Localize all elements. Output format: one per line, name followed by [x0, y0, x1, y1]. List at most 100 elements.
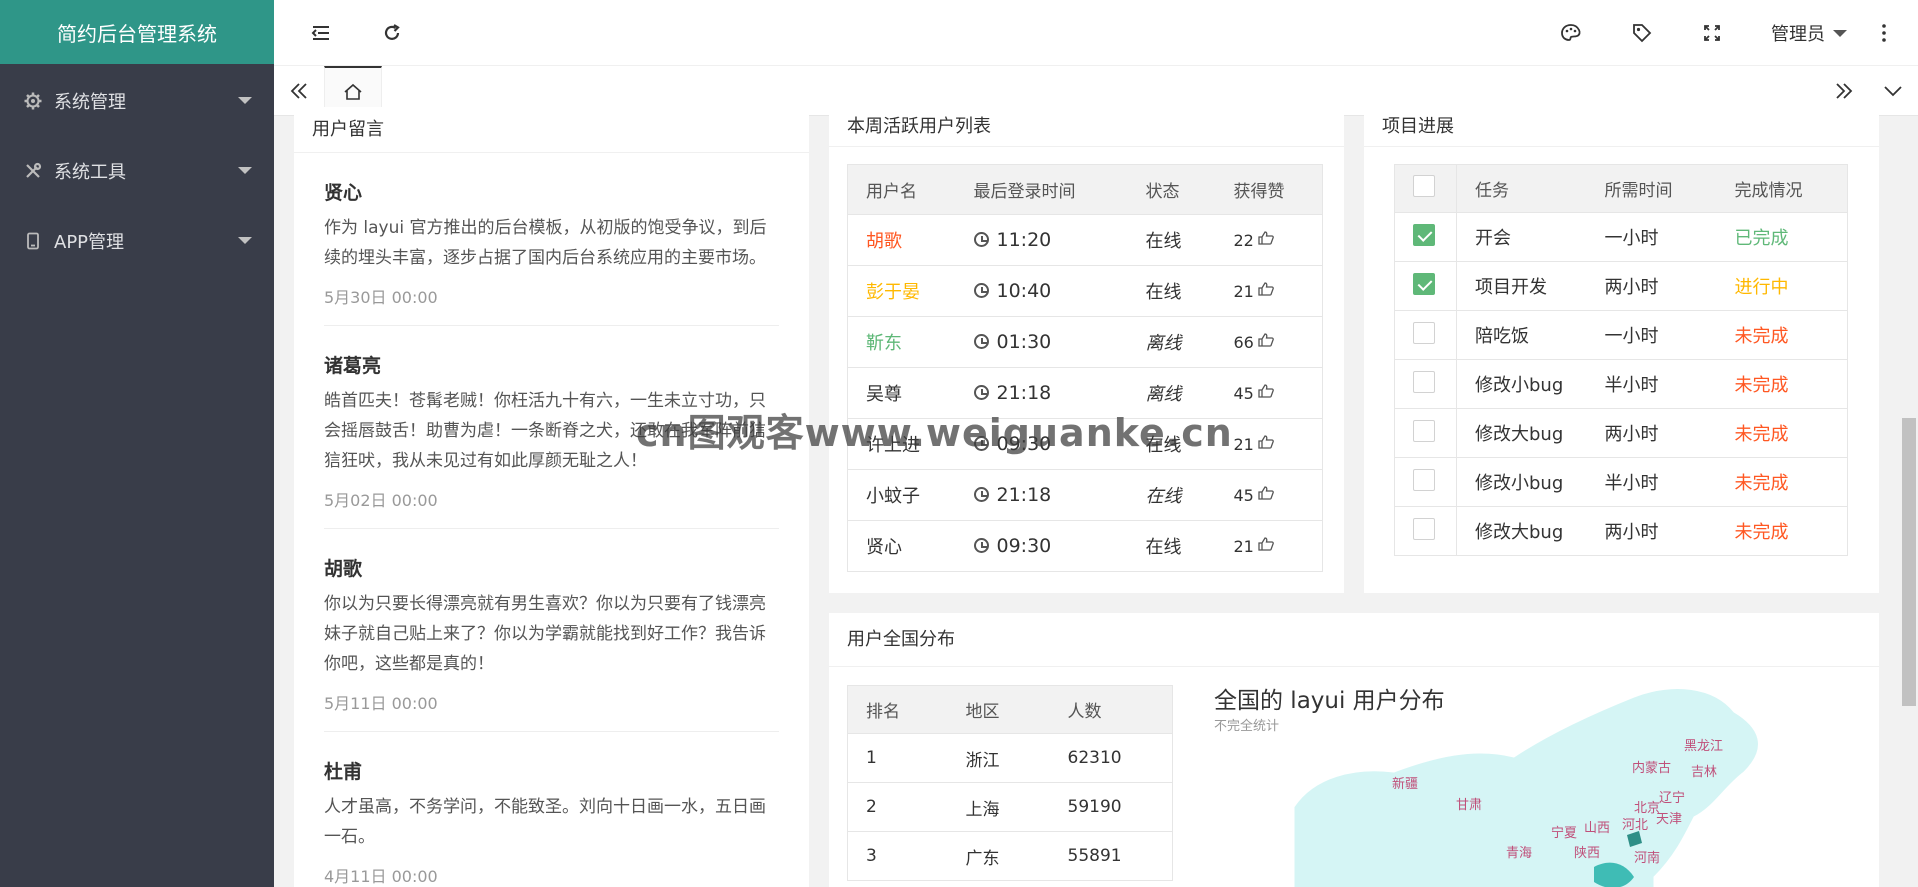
province-label: 河南: [1634, 851, 1661, 866]
theme-palette-icon[interactable]: [1556, 18, 1586, 48]
login-time-cell: 11:20: [955, 214, 1128, 266]
task-duration: 半小时: [1586, 359, 1717, 409]
sidebar-item-label: 系统工具: [54, 162, 126, 183]
chevron-down-icon: [238, 97, 252, 104]
likes-count: 21: [1233, 434, 1254, 454]
province-label: 陕西: [1574, 846, 1601, 861]
thumbs-up-icon[interactable]: [1258, 485, 1274, 500]
login-time-cell: 01:30: [955, 316, 1128, 368]
scrollbar-thumb[interactable]: [1902, 418, 1916, 706]
table-row: 彭于晏 10:40 在线 21: [847, 265, 1323, 317]
task-duration: 两小时: [1586, 408, 1717, 458]
china-user-map[interactable]: 全国的 layui 用户分布 不完全统计 黑龙江 吉林 辽宁 内蒙古 北京 天津 河北 山西宁…: [1214, 677, 1774, 887]
home-icon: [344, 83, 362, 100]
province-label: 山西: [1584, 821, 1611, 836]
rank-cell: 3: [847, 831, 948, 881]
username: 贤心: [866, 537, 902, 558]
clock-icon: [973, 385, 989, 400]
login-time: 11:20: [996, 229, 1052, 251]
column-header: 用户名: [847, 164, 956, 215]
checkbox-cell: [1394, 261, 1457, 311]
clock-icon: [973, 487, 989, 502]
column-header: 状态: [1127, 164, 1216, 215]
message-text: 人才虽高，不务学问，不能致圣。刘向十日画一水，五日画一石。: [324, 797, 766, 847]
status-cell: 在线: [1127, 469, 1216, 521]
project-progress-table: 任务 所需时间 完成情况 开会 一小时 已完成 项目开发 两小时 进行中 陪吃饭 一小时 未完成…: [1394, 164, 1848, 556]
chevron-down-icon: [238, 237, 252, 244]
more-vertical-icon[interactable]: [1869, 18, 1899, 48]
likes-cell: 22: [1215, 214, 1323, 266]
likes-cell: 21: [1215, 265, 1323, 317]
province-label: 天津: [1656, 812, 1683, 827]
user-distribution-card: 用户全国分布 排名 地区 人数 1 浙江 62310 2 上海 59190 3 广东 55891…: [829, 613, 1879, 887]
task-status: 未完成: [1716, 506, 1848, 556]
fullscreen-icon[interactable]: [1697, 18, 1727, 48]
thumbs-up-icon[interactable]: [1258, 434, 1274, 449]
menu-collapse-icon[interactable]: [306, 18, 336, 48]
thumbs-up-icon[interactable]: [1258, 536, 1274, 551]
status-cell: 离线: [1127, 316, 1216, 368]
task-name: 开会: [1456, 212, 1587, 262]
province-label: 辽宁: [1659, 791, 1686, 806]
task-status: 已完成: [1716, 212, 1848, 262]
chevron-down-icon: [238, 167, 252, 174]
row-checkbox[interactable]: [1413, 419, 1435, 442]
username-cell: 胡歌: [847, 214, 956, 266]
page-scrollbar[interactable]: [1900, 116, 1918, 887]
sidebar-item-app-management[interactable]: APP管理: [0, 206, 274, 276]
checkbox-cell: [1394, 310, 1457, 360]
region-cell: 广东: [947, 831, 1050, 881]
thumbs-up-icon[interactable]: [1258, 332, 1274, 347]
gear-icon: [24, 92, 42, 110]
row-checkbox[interactable]: [1413, 272, 1435, 295]
login-time-cell: 21:18: [955, 469, 1128, 521]
task-name: 项目开发: [1456, 261, 1587, 311]
admin-user-menu[interactable]: 管理员: [1771, 20, 1847, 46]
likes-count: 21: [1233, 281, 1254, 301]
clock-icon: [973, 334, 989, 349]
username-cell: 小蚊子: [847, 469, 956, 521]
status-text: 在线: [1145, 231, 1182, 252]
likes-cell: 21: [1215, 520, 1323, 572]
tag-icon[interactable]: [1627, 18, 1657, 48]
region-cell: 上海: [947, 782, 1050, 832]
likes-cell: 66: [1215, 316, 1323, 368]
task-name: 修改大bug: [1456, 408, 1587, 458]
task-name: 修改小bug: [1456, 457, 1587, 507]
refresh-icon[interactable]: [377, 18, 407, 48]
caret-down-icon: [1833, 29, 1847, 37]
province-label: 青海: [1506, 846, 1533, 861]
status-cell: 在线: [1127, 520, 1216, 572]
select-all-checkbox[interactable]: [1413, 175, 1435, 197]
checkbox-cell: [1394, 359, 1457, 409]
card-title: 项目进展: [1364, 107, 1879, 147]
app-logo-title[interactable]: 简约后台管理系统: [0, 0, 274, 64]
sidebar-item-label: 系统管理: [54, 92, 126, 113]
row-checkbox[interactable]: [1413, 321, 1435, 344]
thumbs-up-icon[interactable]: [1258, 281, 1274, 296]
column-header: 任务: [1456, 164, 1587, 213]
sidebar-item-system-management[interactable]: 系统管理: [0, 66, 274, 136]
username-cell: 靳东: [847, 316, 956, 368]
message-time: 5月02日 00:00: [324, 491, 438, 510]
admin-label: 管理员: [1771, 24, 1825, 45]
region-rank-table: 排名 地区 人数 1 浙江 62310 2 上海 59190 3 广东 55891: [847, 685, 1173, 881]
thumbs-up-icon[interactable]: [1258, 230, 1274, 245]
row-checkbox[interactable]: [1413, 517, 1435, 540]
thumbs-up-icon[interactable]: [1258, 383, 1274, 398]
count-cell: 55891: [1049, 831, 1173, 881]
username-cell: 彭于晏: [847, 265, 956, 317]
task-duration: 半小时: [1586, 457, 1717, 507]
checkbox-cell: [1394, 408, 1457, 458]
likes-count: 21: [1233, 536, 1254, 556]
row-checkbox[interactable]: [1413, 468, 1435, 491]
message-author: 诸葛亮: [324, 355, 382, 377]
row-checkbox[interactable]: [1413, 370, 1435, 393]
row-checkbox[interactable]: [1413, 223, 1435, 246]
status-text: 在线: [1145, 282, 1182, 303]
table-row: 小蚊子 21:18 在线 45: [847, 469, 1323, 521]
table-row: 修改小bug 半小时 未完成: [1394, 359, 1848, 409]
user-messages-card: 用户留言 贤心 作为 layui 官方推出的后台模板，从初版的饱受争议，到后续的…: [294, 107, 809, 887]
task-duration: 一小时: [1586, 212, 1717, 262]
sidebar-item-system-tools[interactable]: 系统工具: [0, 136, 274, 206]
